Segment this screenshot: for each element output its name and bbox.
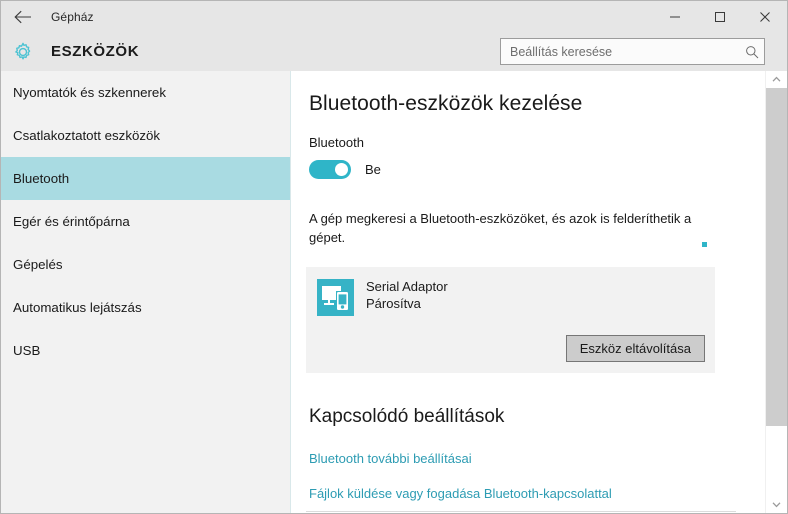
title-bar: Gépház bbox=[1, 1, 787, 32]
bottom-divider bbox=[306, 511, 736, 512]
bluetooth-toggle[interactable] bbox=[309, 160, 351, 179]
sidebar-item-bluetooth[interactable]: Bluetooth bbox=[1, 157, 290, 200]
connected-devices-icon bbox=[317, 279, 354, 316]
bluetooth-description: A gép megkeresi a Bluetooth-eszközöket, … bbox=[309, 211, 692, 245]
close-button[interactable] bbox=[742, 1, 787, 32]
sidebar-item-connected-devices[interactable]: Csatlakoztatott eszközök bbox=[1, 114, 290, 157]
related-settings-title: Kapcsolódó beállítások bbox=[309, 406, 505, 427]
close-icon bbox=[759, 11, 770, 22]
device-text: Serial Adaptor Párosítva bbox=[366, 279, 448, 312]
sidebar-item-printers[interactable]: Nyomtatók és szkennerek bbox=[1, 71, 290, 114]
sidebar-item-autoplay[interactable]: Automatikus lejátszás bbox=[1, 286, 290, 329]
page-header-title: ESZKÖZÖK bbox=[51, 43, 140, 60]
sidebar-item-mouse-touchpad[interactable]: Egér és érintőpárna bbox=[1, 200, 290, 243]
back-arrow-icon bbox=[14, 10, 31, 23]
sidebar-item-label: Csatlakoztatott eszközök bbox=[13, 128, 161, 143]
minimize-button[interactable] bbox=[652, 1, 697, 32]
link-send-receive-files[interactable]: Fájlok küldése vagy fogadása Bluetooth-k… bbox=[309, 486, 612, 501]
toggle-knob bbox=[335, 163, 348, 176]
bluetooth-toggle-row: Be bbox=[291, 150, 766, 179]
maximize-button[interactable] bbox=[697, 1, 742, 32]
link-more-bluetooth-options[interactable]: Bluetooth további beállításai bbox=[309, 451, 472, 466]
remove-device-button[interactable]: Eszköz eltávolítása bbox=[565, 335, 705, 362]
device-row: Serial Adaptor Párosítva bbox=[306, 267, 715, 316]
connected-devices-icon-glyph bbox=[322, 286, 348, 310]
app-header: ESZKÖZÖK bbox=[1, 32, 787, 71]
vertical-scrollbar[interactable] bbox=[765, 71, 787, 513]
maximize-icon bbox=[714, 11, 725, 22]
window-controls bbox=[652, 1, 787, 32]
sidebar-item-label: Nyomtatók és szkennerek bbox=[13, 85, 166, 100]
window-title: Gépház bbox=[51, 9, 94, 24]
settings-window: Gépház ESZKÖZÖK Beállítás keresése Nyomt… bbox=[0, 0, 788, 514]
device-status: Párosítva bbox=[366, 296, 421, 311]
sidebar-item-usb[interactable]: USB bbox=[1, 329, 290, 372]
sidebar-item-typing[interactable]: Gépelés bbox=[1, 243, 290, 286]
toggle-state-label: Be bbox=[365, 162, 381, 177]
back-button[interactable] bbox=[1, 1, 45, 32]
device-name: Serial Adaptor bbox=[366, 279, 448, 294]
minimize-icon bbox=[669, 16, 680, 17]
search-input[interactable] bbox=[501, 39, 740, 64]
page-title: Bluetooth-eszközök kezelése bbox=[309, 92, 583, 115]
scrollbar-track[interactable] bbox=[766, 88, 787, 496]
sidebar-item-label: Gépelés bbox=[13, 257, 63, 272]
sidebar: Nyomtatók és szkennerek Csatlakoztatott … bbox=[1, 71, 291, 513]
sidebar-item-label: USB bbox=[13, 343, 41, 358]
chevron-down-icon bbox=[772, 502, 781, 508]
gear-icon-glyph bbox=[15, 42, 31, 59]
scanning-progress-dot bbox=[702, 242, 707, 247]
scroll-down-button[interactable] bbox=[766, 496, 787, 513]
main-content: Bluetooth-eszközök kezelése Bluetooth Be… bbox=[291, 71, 766, 513]
gear-icon bbox=[1, 41, 45, 63]
sidebar-item-label: Bluetooth bbox=[13, 171, 70, 186]
bluetooth-section-label: Bluetooth bbox=[309, 135, 364, 150]
chevron-up-icon bbox=[772, 76, 781, 82]
search-icon-glyph bbox=[746, 45, 759, 58]
search-box[interactable] bbox=[500, 38, 765, 65]
sidebar-item-label: Automatikus lejátszás bbox=[13, 300, 142, 315]
scroll-up-button[interactable] bbox=[766, 71, 787, 88]
sidebar-item-label: Egér és érintőpárna bbox=[13, 214, 130, 229]
device-card[interactable]: Serial Adaptor Párosítva Eszköz eltávolí… bbox=[306, 267, 715, 373]
scrollbar-thumb[interactable] bbox=[766, 88, 787, 426]
search-icon[interactable] bbox=[740, 45, 764, 59]
